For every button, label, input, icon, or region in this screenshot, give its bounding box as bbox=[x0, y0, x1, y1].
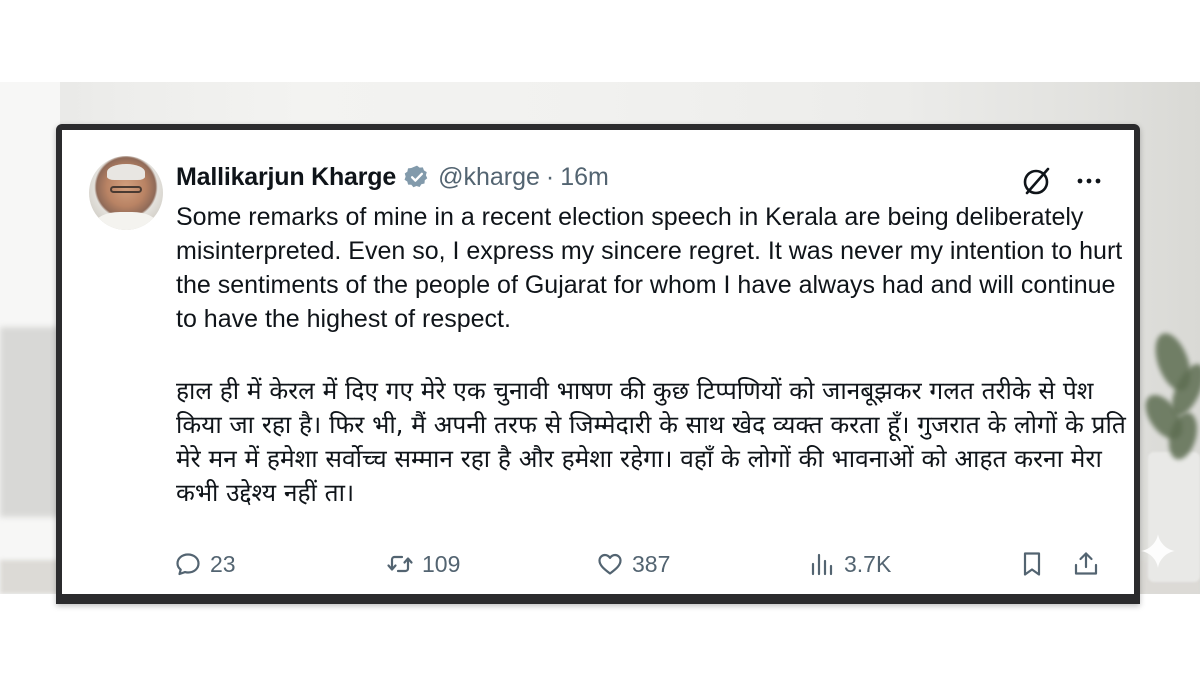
views-count: 3.7K bbox=[844, 550, 892, 577]
share-button[interactable] bbox=[1072, 546, 1100, 582]
like-icon bbox=[598, 553, 622, 575]
bookmark-icon bbox=[1023, 552, 1041, 576]
post-card: Mallikarjun Kharge @kharge · 16m Some re… bbox=[62, 130, 1134, 594]
repost-count: 109 bbox=[422, 550, 461, 577]
author-handle[interactable]: @kharge bbox=[438, 163, 540, 192]
bookmark-button[interactable] bbox=[1018, 546, 1046, 582]
sparkle-watermark-icon bbox=[1141, 534, 1175, 568]
author-display-name[interactable]: Mallikarjun Kharge bbox=[176, 163, 396, 192]
reply-icon bbox=[176, 553, 200, 576]
grok-icon[interactable] bbox=[1020, 164, 1054, 198]
reply-count: 23 bbox=[210, 550, 236, 577]
author-row: Mallikarjun Kharge @kharge · 16m bbox=[176, 160, 609, 194]
post-actions-bar: 23 109 387 3.7K bbox=[62, 546, 1134, 582]
like-button[interactable]: 387 bbox=[596, 546, 670, 582]
avatar-glasses bbox=[110, 186, 142, 193]
share-icon bbox=[1074, 552, 1098, 575]
meta-separator: · bbox=[545, 162, 555, 191]
repost-icon bbox=[387, 555, 413, 573]
views-button[interactable]: 3.7K bbox=[808, 546, 891, 582]
like-count: 387 bbox=[632, 550, 671, 577]
post-timestamp[interactable]: 16m bbox=[560, 163, 609, 192]
wall-shadow bbox=[0, 327, 62, 517]
avatar-shirt bbox=[95, 212, 157, 230]
avatar-hair bbox=[107, 164, 145, 180]
more-options-icon[interactable] bbox=[1072, 164, 1106, 198]
post-text-english: Some remarks of mine in a recent electio… bbox=[176, 203, 1123, 333]
verified-badge-icon[interactable] bbox=[404, 164, 430, 190]
repost-button[interactable]: 109 bbox=[386, 546, 460, 582]
reply-button[interactable]: 23 bbox=[174, 546, 236, 582]
views-icon bbox=[811, 553, 833, 576]
author-avatar[interactable] bbox=[89, 156, 163, 230]
post-text-hindi: हाल ही में केरल में दिए गए मेरे एक चुनाव… bbox=[176, 376, 1126, 507]
